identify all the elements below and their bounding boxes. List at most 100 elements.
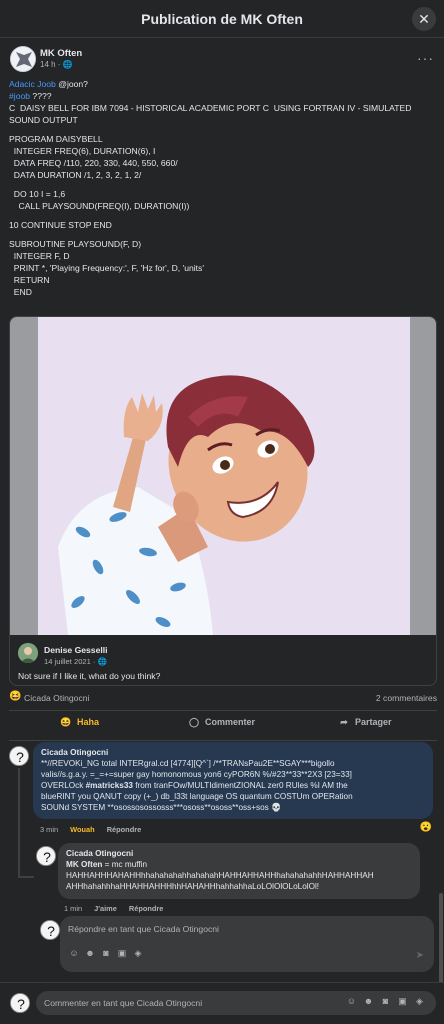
post-time: 14 h · 🌐 (40, 60, 73, 69)
svg-text:?: ? (47, 923, 55, 939)
post-text-span: PROGRAM DAISYBELL (9, 134, 103, 144)
camera-icon[interactable]: ◙ (98, 948, 114, 958)
globe-icon: 🌐 (62, 60, 73, 69)
divider (9, 740, 437, 741)
globe-icon: 🌐 (97, 657, 108, 666)
post-text-span: SOUND OUTPUT (9, 115, 78, 125)
post-line: INTEGER FREQ(6), DURATION(6), I (9, 145, 437, 157)
post-link[interactable]: Adacic Joob (9, 79, 56, 89)
reply-bubble: Cicada Otingocni MK Often = mc muffin HA… (58, 843, 420, 899)
reactor-name[interactable]: Cicada Otingocni (24, 693, 89, 703)
author-name[interactable]: MK Often (40, 48, 82, 59)
comment-meta: 3 min Wouah Répondre 😮 (40, 822, 432, 834)
comment-button[interactable]: ◯ Commenter (187, 717, 255, 735)
haha-button[interactable]: 😆 Haha (59, 717, 99, 735)
post-line: PROGRAM DAISYBELL (9, 133, 437, 145)
avatar-sticker-icon[interactable]: ☺ (343, 996, 360, 1006)
post-text-span: DATA FREQ /110, 220, 330, 440, 550, 660/ (9, 158, 178, 168)
post-line: Adacic Joob @joon? (9, 78, 437, 90)
share-icon: ➦ (340, 717, 348, 727)
comment-line: blueRINT you QANUT copy (+_) db_l33t lan… (41, 792, 353, 801)
avatar-sticker-icon[interactable]: ☺ (66, 948, 82, 958)
post-text-span: ???? (30, 91, 52, 101)
post-line: CALL PLAYSOUND(FREQ(I), DURATION(I)) (9, 200, 437, 212)
reply-tools: ☺ ☻ ◙ ▣ ◈ (66, 948, 146, 959)
send-icon[interactable]: ➤ (416, 950, 424, 961)
post-text-span: PRINT *, 'Playing Frequency:', F, 'Hz fo… (9, 263, 204, 273)
post-text-span: END (9, 287, 32, 297)
comment-line: valis//s.g.a.y. =_=+=super gay homonomou… (41, 770, 352, 779)
shared-author-avatar[interactable] (18, 643, 38, 663)
post-line: DO 10 I = 1,6 (9, 188, 437, 200)
divider (9, 710, 437, 711)
post-line: INTEGER F, D (9, 250, 437, 262)
comment-avatar[interactable]: ? (9, 746, 29, 766)
post-line: #joob ???? (9, 90, 437, 102)
post-line: SOUND OUTPUT (9, 114, 437, 126)
post-line: RETURN (9, 274, 437, 286)
wow-reaction-icon[interactable]: 😮 (420, 822, 432, 833)
comment-line: **//REVOKi_NG total INTERgral.cd [4774][… (41, 759, 335, 768)
svg-text:?: ? (43, 849, 51, 865)
action-bar: 😆 Haha ◯ Commenter ➦ Partager (9, 713, 437, 739)
mention-link[interactable]: MK Often (66, 860, 102, 869)
wouah-reaction[interactable]: Wouah (70, 825, 95, 834)
comment-time[interactable]: 3 min (40, 825, 58, 834)
post-text-span: INTEGER F, D (9, 251, 70, 261)
sticker-icon[interactable]: ◈ (411, 996, 428, 1007)
post-text-span: C DAISY BELL FOR IBM 7094 - HISTORICAL A… (9, 103, 412, 113)
comment-input[interactable]: Commenter en tant que Cicada Otingocni ☺… (36, 991, 436, 1015)
post-text-span: 10 CONTINUE STOP END (9, 220, 112, 230)
emoji-icon[interactable]: ☻ (360, 996, 377, 1006)
post: MK Often 14 h · 🌐 ··· Adacic Joob @joon?… (0, 38, 444, 1024)
reply-placeholder: Répondre en tant que Cicada Otingocni (68, 924, 219, 934)
comment-bubble: Cicada Otingocni **//REVOKi_NG total INT… (33, 742, 433, 819)
gif-icon[interactable]: ▣ (394, 996, 411, 1007)
shared-image[interactable] (10, 317, 436, 635)
more-options-icon[interactable]: ··· (417, 50, 434, 66)
comment-author[interactable]: Cicada Otingocni (41, 747, 425, 758)
post-line: 10 CONTINUE STOP END (9, 219, 437, 231)
close-icon[interactable]: ✕ (412, 7, 436, 31)
author-avatar[interactable] (10, 46, 36, 72)
thread-connector (18, 876, 34, 878)
sticker-icon[interactable]: ◈ (130, 948, 146, 959)
reply-input[interactable]: Répondre en tant que Cicada Otingocni ☺ ☻… (60, 916, 434, 972)
haha-reaction-icon[interactable]: 😆 (9, 691, 21, 702)
shared-post[interactable]: Denise Gesselli 14 juillet 2021 · 🌐 Not … (9, 316, 437, 686)
reply-avatar[interactable]: ? (36, 846, 56, 866)
post-text-span: @joon? (55, 79, 88, 89)
camera-icon[interactable]: ◙ (377, 996, 394, 1006)
shared-author-name[interactable]: Denise Gesselli (44, 645, 108, 655)
dialog-header: Publication de MK Often ✕ (0, 0, 444, 38)
post-line: PRINT *, 'Playing Frequency:', F, 'Hz fo… (9, 262, 437, 274)
comment-composer: ? Commenter en tant que Cicada Otingocni… (0, 982, 444, 1024)
reply-author[interactable]: Cicada Otingocni (66, 848, 412, 859)
post-line: SUBROUTINE PLAYSOUND(F, D) (9, 238, 437, 250)
emoji-icon[interactable]: ☻ (82, 948, 98, 958)
dialog-title: Publication de MK Often (141, 11, 303, 27)
haha-icon: 😆 (60, 717, 72, 727)
post-text-span: CALL PLAYSOUND(FREQ(I), DURATION(I)) (9, 201, 190, 211)
post-link[interactable]: #joob (9, 91, 30, 101)
reply-line: AHHhahahhhaHHAHHAHHHhhHAHAHHhahhahhaLoLO… (66, 882, 320, 891)
comment-count[interactable]: 2 commentaires (376, 693, 437, 703)
hashtag-link[interactable]: #matricks33 (86, 781, 133, 790)
reply-composer-avatar: ? (40, 920, 60, 940)
reactions-summary: 😆 Cicada Otingocni 2 commentaires (9, 691, 437, 705)
gif-icon[interactable]: ▣ (114, 948, 130, 959)
composer-tools: ☺ ☻ ◙ ▣ ◈ (343, 996, 428, 1007)
reply-link[interactable]: Répondre (107, 825, 142, 834)
shared-author-row: Denise Gesselli 14 juillet 2021 · 🌐 Not … (10, 635, 436, 685)
thread-line (18, 768, 20, 878)
post-text: Adacic Joob @joon? #joob ???? C DAISY BELL… (9, 78, 437, 298)
reply-time[interactable]: 1 min (64, 904, 82, 913)
comment-line: SOUNd SYSTEM **osossosossosss***ososs**o… (41, 803, 282, 812)
like-link[interactable]: J'aime (94, 904, 117, 913)
share-button[interactable]: ➦ Partager (337, 717, 391, 735)
reply-meta: 1 min J'aime Répondre (64, 904, 163, 913)
reply-link[interactable]: Répondre (129, 904, 164, 913)
